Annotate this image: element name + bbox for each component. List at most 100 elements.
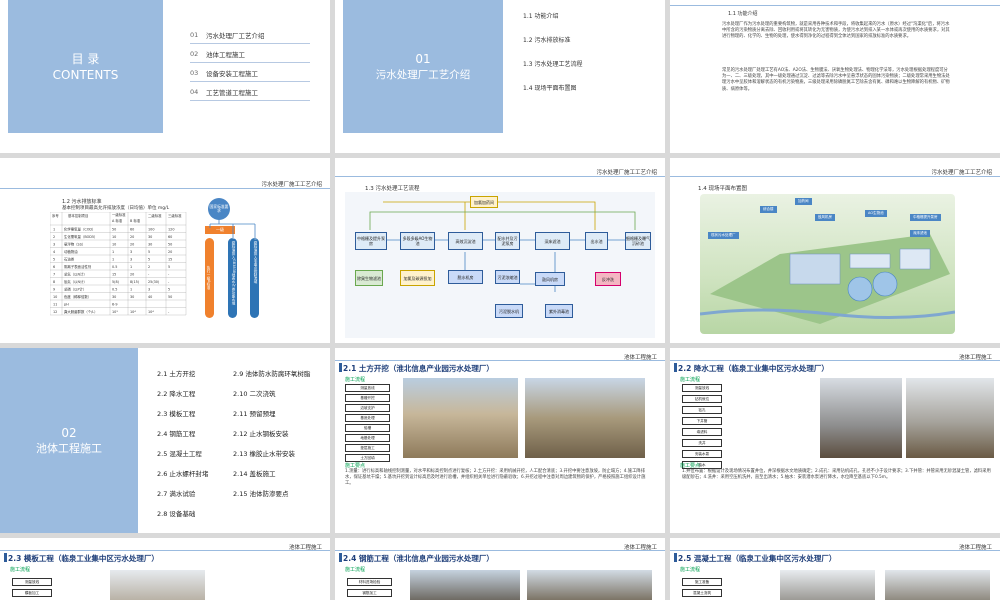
- flow-label: 施工流程: [10, 567, 31, 573]
- sub-item[interactable]: 2.6 止水螺杆封堵: [157, 468, 208, 488]
- table-cell: 石油类: [64, 257, 75, 262]
- process-step: 模板加工: [12, 589, 52, 597]
- slide-heading: 1.1 功能介绍: [728, 11, 758, 17]
- process-step: 测量放线: [345, 384, 390, 392]
- table-cell: 1: [130, 265, 132, 269]
- slide-rebar[interactable]: 池体工程施工 2.4 钢筋工程（淮北信息产业园污水处理厂） 施工流程 材料进场检…: [335, 538, 665, 600]
- table-cell: 9: [53, 288, 55, 292]
- process-step: 钻孔: [682, 406, 722, 414]
- sub-item[interactable]: 2.3 模板工程: [157, 408, 208, 428]
- table-cell: -: [168, 280, 170, 284]
- title-bar: [674, 553, 677, 562]
- header-title: 污水处理厂施工工艺介绍: [261, 182, 322, 188]
- table-cell: 总磷（以P计）: [64, 287, 86, 292]
- section-number: 02: [61, 425, 77, 440]
- flow-node-distribution: 配水井及污泥泵房: [495, 232, 520, 250]
- site-plan-image: 现状污水处理厂 综合楼 加药间 鼓风机房 AO生物池 中格栅提升泵房 深床滤池: [699, 194, 956, 334]
- process-step: 填滤料: [682, 428, 722, 436]
- sub-item[interactable]: 2.2 降水工程: [157, 388, 208, 408]
- flow-node-backwash: 反冲洗: [595, 272, 621, 286]
- slide-concrete[interactable]: 池体工程施工 2.5 混凝土工程（临泉工业集中区污水处理厂） 施工流程 施工准备…: [670, 538, 1000, 600]
- process-step: 垫层施工: [345, 444, 390, 452]
- table-cell: 1: [112, 258, 114, 262]
- process-step: 验槽: [345, 424, 390, 432]
- process-steps: 测量放线 钻机就位 钻孔 下井管 填滤料 洗井 安装水泵 抽水: [682, 384, 722, 469]
- table-cell: 色度（稀释倍数）: [64, 294, 91, 299]
- site-label: 加药间: [795, 198, 812, 205]
- header-line: [0, 188, 330, 189]
- table-cell: 30: [130, 295, 134, 299]
- toc-title-box: 目 录 CONTENTS: [8, 0, 163, 133]
- section-title: 污水处理厂工艺介绍: [375, 68, 471, 81]
- site-label: 深床滤池: [910, 230, 930, 237]
- sub-item[interactable]: 2.13 橡胶止水带安装: [233, 448, 310, 468]
- table-cell: 10: [112, 235, 116, 239]
- table-cell: 1: [130, 288, 132, 292]
- table-cell: 3: [148, 288, 150, 292]
- table-cell: 1: [112, 250, 114, 254]
- toc-item[interactable]: 02 池体工程施工: [190, 45, 310, 63]
- slide-dewatering[interactable]: 池体工程施工 2.2 降水工程（临泉工业集中区污水处理厂） 施工流程 测量放线 …: [670, 348, 1000, 533]
- header-title: 污水处理厂施工工艺介绍: [931, 170, 992, 176]
- flow-node-chlorine: 加氯加药间: [470, 196, 498, 208]
- sub-item[interactable]: 2.11 预留预埋: [233, 408, 310, 428]
- slide-heading: 2.3 模板工程（临泉工业集中区污水处理厂）: [8, 554, 159, 563]
- header-line: [670, 550, 1000, 551]
- key-points-label: 施工要点: [680, 463, 701, 469]
- slide-formwork[interactable]: 池体工程施工 2.3 模板工程（临泉工业集中区污水处理厂） 施工流程 测量放线 …: [0, 538, 330, 600]
- table-cell: 氨氮（以N计）: [64, 279, 87, 284]
- slide-standard[interactable]: 污水处理厂施工工艺介绍 1.2 污水排放标准 基本控制项目最高允许排放浓度（日均…: [0, 158, 330, 343]
- slide-func-intro[interactable]: 1.1 功能介绍 污水处理厂作为污水处理的重要构筑物，就是采用各种技术和手段，将…: [670, 0, 1000, 153]
- sub-item[interactable]: 2.14 盖板施工: [233, 468, 310, 488]
- dewatering-photo-2: [906, 378, 994, 458]
- sub-item[interactable]: 1.3 污水处理工艺流程: [523, 58, 582, 82]
- header-line: [670, 176, 1000, 177]
- standard-badge: 国家标准要求: [208, 198, 230, 220]
- sub-item[interactable]: 2.1 土方开挖: [157, 368, 208, 388]
- toc-item[interactable]: 03 设备安装工程施工: [190, 64, 310, 82]
- flow-node-deep-filter: 深床滤池: [535, 232, 570, 250]
- table-cell: 50: [168, 295, 172, 299]
- sub-item[interactable]: 2.9 池体防水防腐环氧树脂: [233, 368, 310, 388]
- table-cell: 100: [148, 228, 154, 232]
- toc-title-cn: 目 录: [71, 51, 100, 66]
- table-cell: -: [148, 273, 150, 277]
- slide-site-plan[interactable]: 污水处理厂施工工艺介绍 1.4 现场平面布置图 现状污水处理厂 综合楼 加药间 …: [670, 158, 1000, 343]
- slide-section-01[interactable]: 01 污水处理厂工艺介绍 1.1 功能介绍 1.2 污水排放标准 1.3 污水处…: [335, 0, 665, 153]
- table-header: 三级标准: [168, 213, 182, 218]
- pill-grade-3: 三级标准排入非重点控制流域: [250, 238, 259, 318]
- slide-section-02[interactable]: 02 池体工程施工 2.1 土方开挖 2.2 降水工程 2.3 模板工程 2.4…: [0, 348, 330, 533]
- sub-item[interactable]: 2.10 二次浇筑: [233, 388, 310, 408]
- sub-item[interactable]: 2.15 池体防渗要点: [233, 488, 310, 508]
- table-cell: 3: [53, 243, 55, 247]
- slide-toc[interactable]: 目 录 CONTENTS 01 污水处理厂工艺介绍 02 池体工程施工 03 设备安装…: [0, 0, 330, 153]
- slide-grid: 目 录 CONTENTS 01 污水处理厂工艺介绍 02 池体工程施工 03 设备安装…: [0, 0, 1000, 600]
- sub-item[interactable]: 2.7 满水试验: [157, 488, 208, 508]
- sub-item[interactable]: 1.4 现场平面布置图: [523, 82, 582, 106]
- toc-item[interactable]: 01 污水处理厂工艺介绍: [190, 26, 310, 44]
- dewatering-photo-1: [820, 378, 902, 458]
- process-step: 土方回填: [345, 454, 390, 462]
- sub-item[interactable]: 1.2 污水排放标准: [523, 34, 582, 58]
- slide-heading: 2.4 钢筋工程（淮北信息产业园污水处理厂）: [343, 554, 494, 563]
- sub-item[interactable]: 2.12 止水钢板安装: [233, 428, 310, 448]
- table-subheader: B 标准: [130, 218, 141, 223]
- toc-item[interactable]: 04 工艺管道工程施工: [190, 83, 310, 101]
- slide-process-flow[interactable]: 污水处理厂施工工艺介绍 1.3 污水处理工艺流程 加氯加药间 中格栅及提升泵房 …: [335, 158, 665, 343]
- table-cell: 5: [168, 288, 170, 292]
- slide-earthwork[interactable]: 池体工程施工 2.1 土方开挖（淮北信息产业园污水处理厂） 施工流程 测量放线 …: [335, 348, 665, 533]
- table-cell: 悬浮物（SS）: [64, 242, 85, 247]
- sub-item[interactable]: 2.8 设备基础: [157, 508, 208, 528]
- flow-node-outlet: 出水池: [585, 232, 608, 250]
- table-cell: 5: [53, 258, 55, 262]
- site-label: 中格栅提升泵房: [910, 214, 941, 221]
- sub-item[interactable]: 1.1 功能介绍: [523, 10, 582, 34]
- sub-item[interactable]: 2.5 混凝土工程: [157, 448, 208, 468]
- process-step: 施工准备: [682, 578, 722, 586]
- sub-item[interactable]: 2.4 钢筋工程: [157, 428, 208, 448]
- process-step: 基底处理: [345, 414, 390, 422]
- slide-heading: 1.3 污水处理工艺流程: [365, 186, 420, 192]
- table-subheader: A 标准: [112, 218, 123, 223]
- intro-paragraph-2: 常见的污水处理厂处理工艺有AO法、A2O法、生物膜法、厌氧生物处理法、物理化学法…: [722, 68, 950, 92]
- flow-label: 施工流程: [680, 377, 701, 383]
